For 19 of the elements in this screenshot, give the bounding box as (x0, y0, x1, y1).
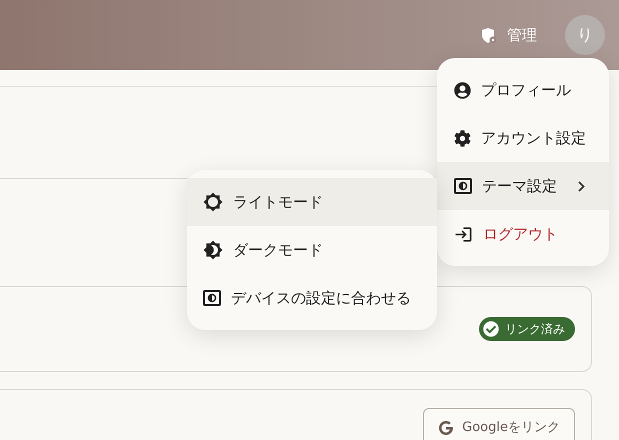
menu-item[interactable]: テーマ設定 (437, 162, 609, 210)
chevron-right-icon (578, 180, 585, 192)
menu-item[interactable]: ログアウト (437, 210, 609, 258)
google-g-icon (438, 420, 454, 436)
device-theme-icon (203, 290, 221, 306)
theme-icon (454, 178, 472, 194)
logout-icon (454, 224, 473, 244)
sun-icon (203, 192, 223, 212)
theme-option[interactable]: デバイスの設定に合わせる (187, 274, 437, 322)
menu-item[interactable]: アカウント設定 (437, 114, 609, 162)
settings-icon (454, 130, 471, 146)
moon-icon (203, 240, 223, 260)
theme-option[interactable]: ダークモード (187, 226, 437, 274)
theme-option[interactable]: ライトモード (187, 178, 437, 226)
check-icon (483, 321, 499, 337)
shield-icon (481, 26, 497, 44)
menu-item[interactable]: プロフィール (437, 66, 609, 114)
link-google-button[interactable]: Googleをリンク (423, 408, 575, 440)
linked-badge: リンク済み (479, 317, 575, 341)
